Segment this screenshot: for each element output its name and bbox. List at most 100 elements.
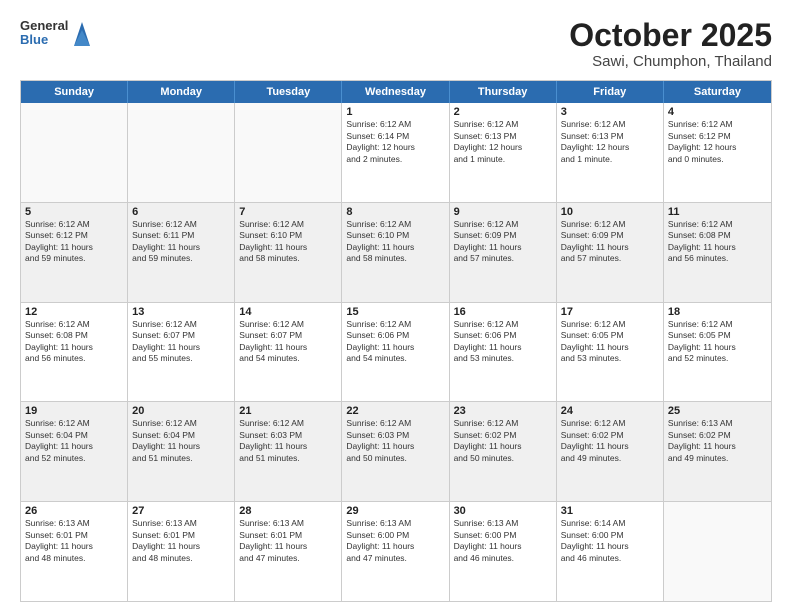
calendar-row-1: 5Sunrise: 6:12 AM Sunset: 6:12 PM Daylig… — [21, 203, 771, 303]
calendar-body: 1Sunrise: 6:12 AM Sunset: 6:14 PM Daylig… — [21, 103, 771, 601]
calendar-row-2: 12Sunrise: 6:12 AM Sunset: 6:08 PM Dayli… — [21, 303, 771, 403]
logo-text: General Blue — [20, 19, 68, 48]
calendar-cell-day-16: 16Sunrise: 6:12 AM Sunset: 6:06 PM Dayli… — [450, 303, 557, 402]
day-number: 21 — [239, 405, 337, 417]
calendar-cell-day-10: 10Sunrise: 6:12 AM Sunset: 6:09 PM Dayli… — [557, 203, 664, 302]
day-info: Sunrise: 6:12 AM Sunset: 6:09 PM Dayligh… — [561, 219, 659, 265]
day-info: Sunrise: 6:13 AM Sunset: 6:01 PM Dayligh… — [239, 518, 337, 564]
title-block: October 2025 Sawi, Chumphon, Thailand — [569, 18, 772, 70]
day-info: Sunrise: 6:12 AM Sunset: 6:10 PM Dayligh… — [239, 219, 337, 265]
day-info: Sunrise: 6:12 AM Sunset: 6:09 PM Dayligh… — [454, 219, 552, 265]
day-number: 15 — [346, 306, 444, 318]
calendar-cell-day-17: 17Sunrise: 6:12 AM Sunset: 6:05 PM Dayli… — [557, 303, 664, 402]
calendar-cell-day-28: 28Sunrise: 6:13 AM Sunset: 6:01 PM Dayli… — [235, 502, 342, 601]
calendar-cell-day-7: 7Sunrise: 6:12 AM Sunset: 6:10 PM Daylig… — [235, 203, 342, 302]
calendar-header-row: SundayMondayTuesdayWednesdayThursdayFrid… — [21, 81, 771, 103]
header: General Blue October 2025 Sawi, Chumphon… — [20, 18, 772, 70]
day-info: Sunrise: 6:12 AM Sunset: 6:14 PM Dayligh… — [346, 119, 444, 165]
page: General Blue October 2025 Sawi, Chumphon… — [0, 0, 792, 612]
day-info: Sunrise: 6:12 AM Sunset: 6:07 PM Dayligh… — [132, 319, 230, 365]
day-info: Sunrise: 6:12 AM Sunset: 6:12 PM Dayligh… — [25, 219, 123, 265]
logo: General Blue — [20, 18, 92, 48]
day-number: 30 — [454, 505, 552, 517]
day-info: Sunrise: 6:13 AM Sunset: 6:01 PM Dayligh… — [132, 518, 230, 564]
day-number: 16 — [454, 306, 552, 318]
location-subtitle: Sawi, Chumphon, Thailand — [569, 53, 772, 70]
day-info: Sunrise: 6:12 AM Sunset: 6:04 PM Dayligh… — [132, 418, 230, 464]
calendar-cell-day-23: 23Sunrise: 6:12 AM Sunset: 6:02 PM Dayli… — [450, 402, 557, 501]
day-number: 22 — [346, 405, 444, 417]
calendar-header-saturday: Saturday — [664, 81, 771, 103]
calendar-cell-day-24: 24Sunrise: 6:12 AM Sunset: 6:02 PM Dayli… — [557, 402, 664, 501]
day-info: Sunrise: 6:12 AM Sunset: 6:10 PM Dayligh… — [346, 219, 444, 265]
calendar-cell-day-26: 26Sunrise: 6:13 AM Sunset: 6:01 PM Dayli… — [21, 502, 128, 601]
day-info: Sunrise: 6:12 AM Sunset: 6:08 PM Dayligh… — [668, 219, 767, 265]
day-number: 18 — [668, 306, 767, 318]
day-info: Sunrise: 6:13 AM Sunset: 6:00 PM Dayligh… — [454, 518, 552, 564]
calendar-header-friday: Friday — [557, 81, 664, 103]
day-info: Sunrise: 6:12 AM Sunset: 6:05 PM Dayligh… — [668, 319, 767, 365]
calendar-header-sunday: Sunday — [21, 81, 128, 103]
day-info: Sunrise: 6:12 AM Sunset: 6:04 PM Dayligh… — [25, 418, 123, 464]
day-number: 10 — [561, 206, 659, 218]
calendar-header-wednesday: Wednesday — [342, 81, 449, 103]
calendar-header-tuesday: Tuesday — [235, 81, 342, 103]
day-number: 31 — [561, 505, 659, 517]
calendar-cell-day-13: 13Sunrise: 6:12 AM Sunset: 6:07 PM Dayli… — [128, 303, 235, 402]
day-info: Sunrise: 6:12 AM Sunset: 6:06 PM Dayligh… — [346, 319, 444, 365]
day-info: Sunrise: 6:13 AM Sunset: 6:02 PM Dayligh… — [668, 418, 767, 464]
day-info: Sunrise: 6:12 AM Sunset: 6:02 PM Dayligh… — [454, 418, 552, 464]
day-number: 7 — [239, 206, 337, 218]
calendar-cell-day-2: 2Sunrise: 6:12 AM Sunset: 6:13 PM Daylig… — [450, 103, 557, 202]
day-info: Sunrise: 6:12 AM Sunset: 6:08 PM Dayligh… — [25, 319, 123, 365]
day-info: Sunrise: 6:14 AM Sunset: 6:00 PM Dayligh… — [561, 518, 659, 564]
day-info: Sunrise: 6:13 AM Sunset: 6:00 PM Dayligh… — [346, 518, 444, 564]
calendar-cell-day-27: 27Sunrise: 6:13 AM Sunset: 6:01 PM Dayli… — [128, 502, 235, 601]
calendar-header-monday: Monday — [128, 81, 235, 103]
day-info: Sunrise: 6:12 AM Sunset: 6:06 PM Dayligh… — [454, 319, 552, 365]
day-number: 20 — [132, 405, 230, 417]
month-title: October 2025 — [569, 18, 772, 53]
day-number: 29 — [346, 505, 444, 517]
day-number: 23 — [454, 405, 552, 417]
calendar-cell-day-21: 21Sunrise: 6:12 AM Sunset: 6:03 PM Dayli… — [235, 402, 342, 501]
calendar-cell-day-22: 22Sunrise: 6:12 AM Sunset: 6:03 PM Dayli… — [342, 402, 449, 501]
day-number: 25 — [668, 405, 767, 417]
calendar-cell-day-5: 5Sunrise: 6:12 AM Sunset: 6:12 PM Daylig… — [21, 203, 128, 302]
day-number: 27 — [132, 505, 230, 517]
calendar-cell-empty — [128, 103, 235, 202]
calendar-cell-day-18: 18Sunrise: 6:12 AM Sunset: 6:05 PM Dayli… — [664, 303, 771, 402]
day-info: Sunrise: 6:12 AM Sunset: 6:11 PM Dayligh… — [132, 219, 230, 265]
day-number: 28 — [239, 505, 337, 517]
day-number: 24 — [561, 405, 659, 417]
day-number: 11 — [668, 206, 767, 218]
calendar-header-thursday: Thursday — [450, 81, 557, 103]
calendar-row-0: 1Sunrise: 6:12 AM Sunset: 6:14 PM Daylig… — [21, 103, 771, 203]
calendar-cell-day-4: 4Sunrise: 6:12 AM Sunset: 6:12 PM Daylig… — [664, 103, 771, 202]
day-info: Sunrise: 6:12 AM Sunset: 6:02 PM Dayligh… — [561, 418, 659, 464]
day-number: 9 — [454, 206, 552, 218]
day-number: 5 — [25, 206, 123, 218]
calendar-cell-day-29: 29Sunrise: 6:13 AM Sunset: 6:00 PM Dayli… — [342, 502, 449, 601]
day-number: 17 — [561, 306, 659, 318]
calendar: SundayMondayTuesdayWednesdayThursdayFrid… — [20, 80, 772, 602]
calendar-cell-day-9: 9Sunrise: 6:12 AM Sunset: 6:09 PM Daylig… — [450, 203, 557, 302]
day-info: Sunrise: 6:12 AM Sunset: 6:13 PM Dayligh… — [561, 119, 659, 165]
day-number: 13 — [132, 306, 230, 318]
day-number: 12 — [25, 306, 123, 318]
calendar-cell-day-25: 25Sunrise: 6:13 AM Sunset: 6:02 PM Dayli… — [664, 402, 771, 501]
calendar-cell-day-3: 3Sunrise: 6:12 AM Sunset: 6:13 PM Daylig… — [557, 103, 664, 202]
logo-general: General — [20, 19, 68, 33]
day-number: 1 — [346, 106, 444, 118]
calendar-cell-day-14: 14Sunrise: 6:12 AM Sunset: 6:07 PM Dayli… — [235, 303, 342, 402]
day-info: Sunrise: 6:13 AM Sunset: 6:01 PM Dayligh… — [25, 518, 123, 564]
logo-icon — [72, 18, 92, 48]
day-number: 2 — [454, 106, 552, 118]
calendar-cell-day-12: 12Sunrise: 6:12 AM Sunset: 6:08 PM Dayli… — [21, 303, 128, 402]
day-info: Sunrise: 6:12 AM Sunset: 6:05 PM Dayligh… — [561, 319, 659, 365]
day-number: 8 — [346, 206, 444, 218]
day-number: 4 — [668, 106, 767, 118]
day-number: 3 — [561, 106, 659, 118]
calendar-cell-day-8: 8Sunrise: 6:12 AM Sunset: 6:10 PM Daylig… — [342, 203, 449, 302]
calendar-cell-day-20: 20Sunrise: 6:12 AM Sunset: 6:04 PM Dayli… — [128, 402, 235, 501]
